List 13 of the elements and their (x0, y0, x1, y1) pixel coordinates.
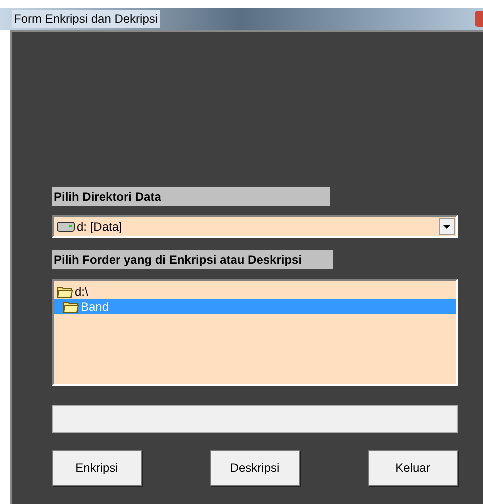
action-button[interactable]: Enkripsi (52, 450, 142, 486)
folder-list[interactable]: d:\ Band (52, 279, 458, 386)
action-button[interactable]: Keluar (368, 450, 458, 486)
drive-label: Pilih Direktori Data (52, 187, 330, 206)
folder-icon (57, 286, 73, 298)
window-title: Form Enkripsi dan Dekripsi (12, 10, 160, 28)
drive-value: d: [Data] (77, 218, 124, 236)
drive-dropdown[interactable]: d: [Data] (52, 215, 458, 238)
action-button[interactable]: Deskripsi (210, 450, 300, 486)
folder-label: Pilih Forder yang di Enkripsi atau Deskripsi (52, 250, 333, 269)
drive-icon (57, 222, 75, 232)
folder-item[interactable]: d:\ (54, 284, 456, 299)
folder-icon (63, 300, 79, 312)
